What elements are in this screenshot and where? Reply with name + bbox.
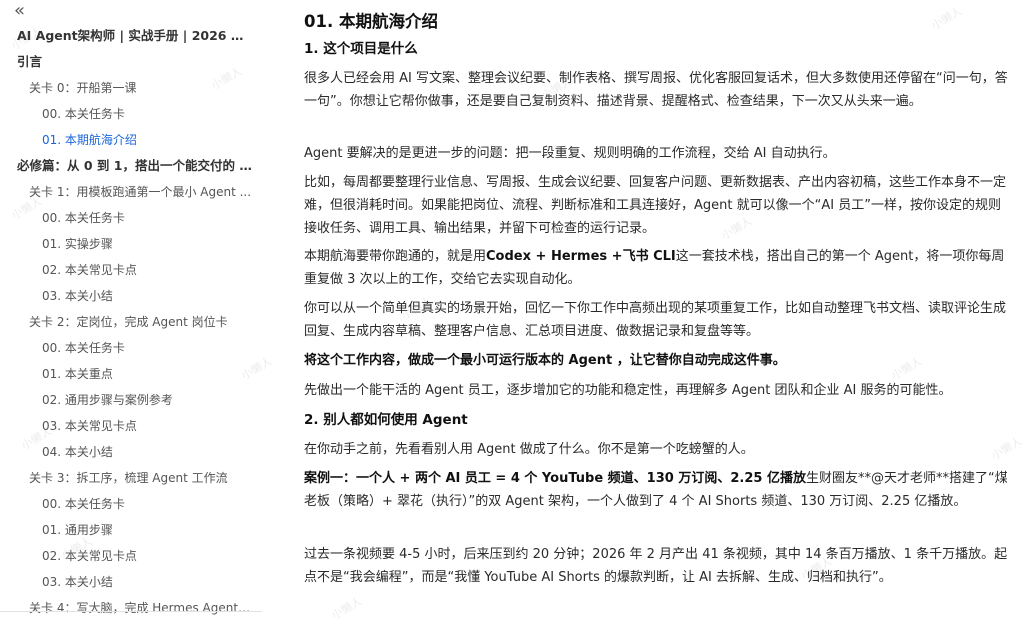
paragraph: 很多人已经会用 AI 写文案、整理会议纪要、制作表格、撰写周报、优化客服回复话术… xyxy=(304,71,1008,109)
sidebar-item[interactable]: 01. 通用步骤 xyxy=(0,517,262,543)
paragraph: 本期航海要带你跑通的，就是用Codex + Hermes +飞书 CLI这一套技… xyxy=(304,245,1012,291)
sidebar-nav: AI Agent架构师 | 实战手册 | 2026 年 ... 引言 关卡 0：开船… xyxy=(0,23,262,621)
sidebar-item[interactable]: 03. 本关小结 xyxy=(0,283,262,309)
sidebar-item[interactable]: 00. 本关任务卡 xyxy=(0,101,262,127)
sidebar-item[interactable]: AI Agent架构师 | 实战手册 | 2026 年 ... xyxy=(0,23,262,49)
paragraph: 在你动手之前，先看看别人用 Agent 做成了什么。你不是第一个吃螃蟹的人。 xyxy=(304,442,754,457)
page-title: 01. 本期航海介绍 xyxy=(304,12,438,31)
case-paragraph: 案例一：一个人 + 两个 AI 员工 = 4 个 YouTube 频道、130 … xyxy=(304,467,1012,513)
tech-stack-bold: Codex + Hermes +飞书 CLI xyxy=(486,249,676,264)
sidebar-item[interactable]: 01. 本关重点 xyxy=(0,361,262,387)
sidebar-item[interactable]: 03. 本关小结 xyxy=(0,569,262,595)
paragraph: 你可以从一个简单但真实的场景开始，回忆一下你工作中高频出现的某项重复工作，比如自… xyxy=(304,301,1007,339)
sidebar-item[interactable]: 关卡 0：开船第一课 xyxy=(0,75,262,101)
sidebar-item[interactable]: 02. 通用步骤与案例参考 xyxy=(0,387,262,413)
collapse-sidebar-icon[interactable]: « xyxy=(14,2,25,20)
paragraph: 先做出一个能干活的 Agent 员工，逐步增加它的功能和稳定性，再理解多 Age… xyxy=(304,383,952,398)
case-title: 案例一：一个人 + 两个 AI 员工 = 4 个 YouTube 频道、130 … xyxy=(304,471,806,486)
sidebar-item[interactable]: 01. 本期航海介绍 xyxy=(0,127,262,153)
divider xyxy=(0,611,262,612)
watermark: 小懒人 xyxy=(329,594,365,623)
sidebar-item[interactable]: 00. 本关任务卡 xyxy=(0,491,262,517)
watermark: 小懒人 xyxy=(929,4,965,33)
sidebar-item[interactable]: 必修篇：从 0 到 1，搭出一个能交付的 ... xyxy=(0,153,262,179)
sidebar-item[interactable]: 01. 实操步骤 xyxy=(0,231,262,257)
sidebar-item[interactable]: 关卡 1：用模板跑通第一个最小 Agent ... xyxy=(0,179,262,205)
sidebar-item[interactable]: 00. 本关任务卡 xyxy=(0,205,262,231)
sidebar-item[interactable]: 引言 xyxy=(0,49,262,75)
emphasis-paragraph: 将这个工作内容，做成一个最小可运行版本的 Agent ，让它替你自动完成这件事。 xyxy=(304,353,786,368)
paragraph: 比如，每周都要整理行业信息、写周报、生成会议纪要、回复客户问题、更新数据表、产出… xyxy=(304,175,1007,236)
sidebar: « AI Agent架构师 | 实战手册 | 2026 年 ... 引言 关卡 0：… xyxy=(0,0,262,617)
sidebar-item[interactable]: 00. 本关任务卡 xyxy=(0,335,262,361)
paragraph: 过去一条视频要 4-5 小时，后来压到约 20 分钟；2026 年 2 月产出 … xyxy=(304,547,1008,585)
sidebar-item[interactable]: 关卡 2：定岗位，完成 Agent 岗位卡 xyxy=(0,309,262,335)
sidebar-item[interactable]: 关卡 3：拆工序，梳理 Agent 工作流 xyxy=(0,465,262,491)
text: 本期航海要带你跑通的，就是用 xyxy=(304,249,487,264)
section-heading-1: 1. 这个项目是什么 xyxy=(304,41,418,57)
sidebar-item[interactable]: 02. 本关常见卡点 xyxy=(0,543,262,569)
sidebar-item[interactable]: 03. 本关常见卡点 xyxy=(0,413,262,439)
paragraph: Agent 要解决的是更进一步的问题：把一段重复、规则明确的工作流程，交给 AI… xyxy=(304,146,836,161)
section-heading-2: 2. 别人都如何使用 Agent xyxy=(304,412,468,428)
sidebar-item[interactable]: 04. 本关小结 xyxy=(0,439,262,465)
sidebar-item[interactable]: 关卡 4：写大脑，完成 Hermes Agent ... xyxy=(0,595,262,621)
sidebar-item[interactable]: 02. 本关常见卡点 xyxy=(0,257,262,283)
